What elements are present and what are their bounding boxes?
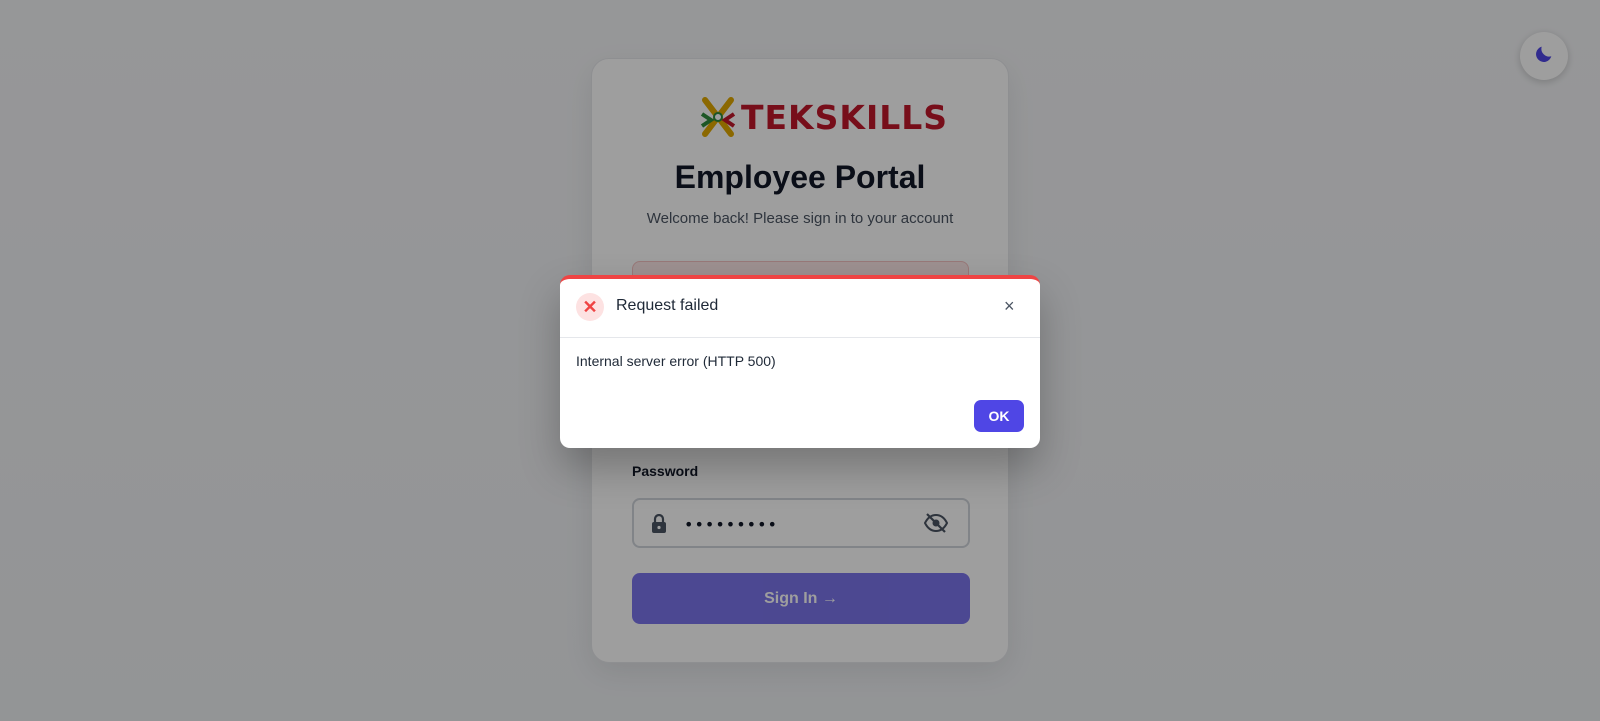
dialog-header: ✕ Request failed ×	[560, 279, 1040, 338]
ok-button[interactable]: OK	[974, 400, 1024, 432]
close-icon[interactable]: ×	[1004, 296, 1015, 317]
error-dialog: ✕ Request failed × Internal server error…	[560, 275, 1040, 448]
error-icon: ✕	[576, 293, 604, 321]
dialog-message: Internal server error (HTTP 500)	[576, 353, 776, 369]
dialog-title: Request failed	[616, 297, 719, 314]
